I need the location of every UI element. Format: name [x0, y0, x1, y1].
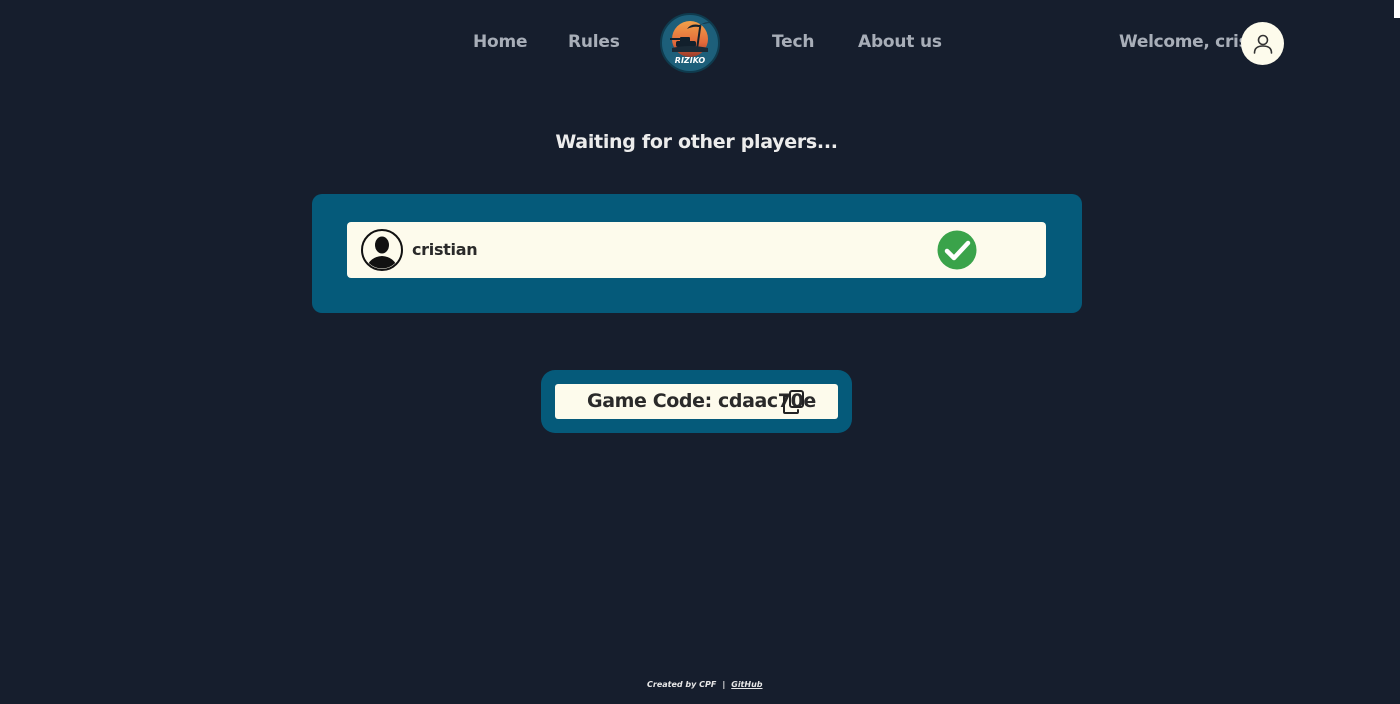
- player-avatar-icon: [361, 229, 403, 271]
- logo-text: RIZIKO: [675, 56, 706, 65]
- user-profile-button[interactable]: [1241, 22, 1284, 65]
- player-row: cristian: [347, 222, 1046, 278]
- window-edge: [1394, 0, 1400, 18]
- footer-credit: Created by CPF: [647, 680, 717, 689]
- github-link[interactable]: GitHub: [731, 680, 762, 689]
- game-code-panel: Game Code: cdaac70e: [541, 370, 852, 433]
- player-name: cristian: [412, 240, 478, 259]
- lobby-page: Home Rules RIZIKO Tech About us Welcome,…: [0, 0, 1400, 704]
- nav-tech-link[interactable]: Tech: [772, 32, 814, 52]
- copy-icon[interactable]: [781, 389, 807, 415]
- nav-home-link[interactable]: Home: [473, 32, 528, 52]
- copy-game-code-button[interactable]: Game Code: cdaac70e: [555, 384, 838, 419]
- footer: Created by CPF | GitHub: [647, 680, 763, 689]
- logo-emblem-icon: RIZIKO: [663, 16, 717, 70]
- nav-about-link[interactable]: About us: [858, 32, 942, 52]
- user-icon: [1253, 34, 1272, 54]
- players-panel: cristian: [312, 194, 1082, 313]
- ready-check-icon: [937, 230, 977, 270]
- riziko-logo[interactable]: RIZIKO: [660, 13, 720, 73]
- nav-rules-link[interactable]: Rules: [568, 32, 620, 52]
- waiting-message: Waiting for other players...: [555, 131, 838, 153]
- footer-separator: |: [722, 680, 726, 689]
